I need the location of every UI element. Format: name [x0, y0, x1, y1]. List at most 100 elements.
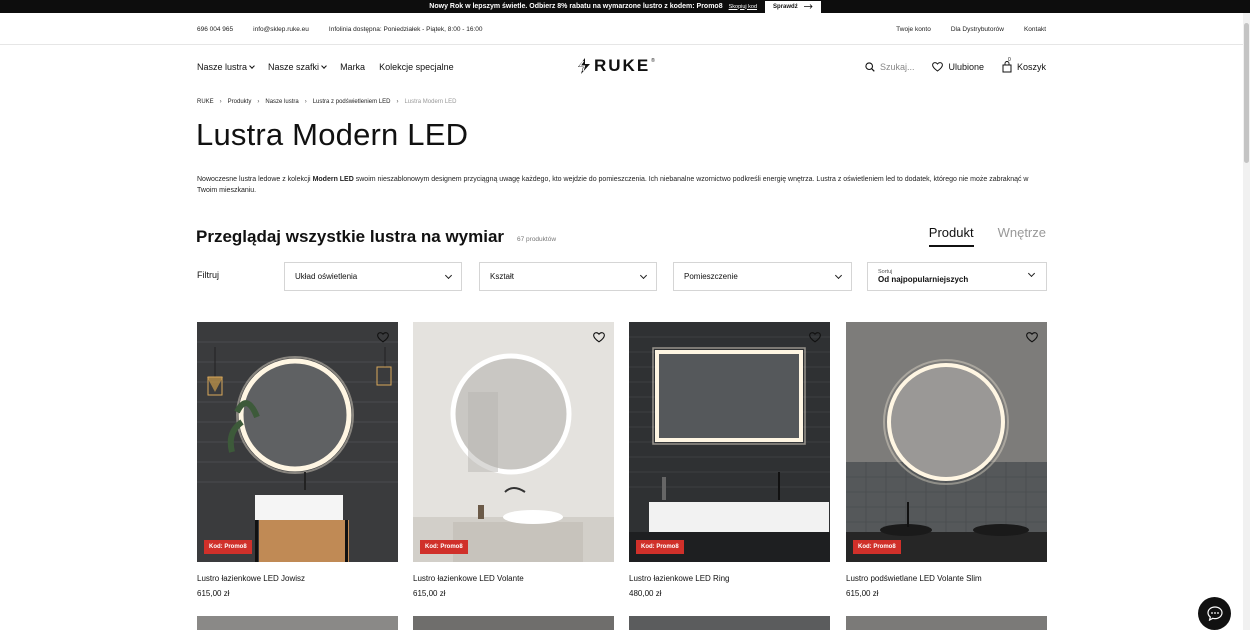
chevron-down-icon: [639, 271, 648, 279]
heart-icon[interactable]: [1026, 332, 1038, 343]
promo-bar: Nowy Rok w lepszym świetle. Odbierz 8% r…: [0, 0, 1250, 13]
breadcrumb-separator: ›: [396, 99, 399, 105]
logo-text: RUKE: [594, 56, 651, 75]
product-image-partial[interactable]: [629, 616, 830, 630]
product-name[interactable]: Lustro łazienkowe LED Volante: [413, 574, 614, 583]
product-image-partial[interactable]: [846, 616, 1047, 630]
email-link[interactable]: info@sklep.ruke.eu: [253, 26, 309, 33]
product-image-partial[interactable]: [197, 616, 398, 630]
tab-product[interactable]: Produkt: [928, 225, 974, 247]
logo-registered-mark: ®: [651, 58, 655, 64]
promo-text: Nowy Rok w lepszym świetle. Odbierz 8% r…: [429, 3, 723, 10]
room-select-label: Pomieszczenie: [684, 272, 738, 281]
page-scrollbar[interactable]: [1243, 13, 1250, 630]
utility-bar: 696 004 965 info@sklep.ruke.eu Infolinia…: [0, 13, 1250, 45]
nav-mirrors-label: Nasze lustra: [197, 62, 248, 72]
tab-interior[interactable]: Wnętrze: [998, 225, 1046, 247]
search-placeholder: Szukaj...: [879, 62, 915, 72]
product-price: 615,00 zł: [846, 589, 879, 598]
cart-icon-wrap: 0: [1002, 57, 1012, 73]
breadcrumb-item[interactable]: RUKE: [197, 99, 214, 105]
promo-check-label: Sprawdź: [773, 3, 798, 10]
product-card[interactable]: Kod: Promo8 Lustro łazienkowe LED Ring 4…: [629, 322, 830, 598]
search-field[interactable]: Szukaj...: [865, 62, 915, 72]
copy-code-link[interactable]: Skopiuj kod: [729, 4, 757, 10]
cart-count: 0: [1007, 57, 1011, 63]
product-card[interactable]: Kod: Promo8 Lustro łazienkowe LED Volant…: [413, 322, 614, 598]
product-price: 615,00 zł: [197, 589, 230, 598]
account-link[interactable]: Twoje konto: [896, 26, 931, 33]
chevron-down-icon: [321, 63, 327, 69]
promo-check-button[interactable]: Sprawdź: [765, 0, 821, 13]
product-count: 67 produktów: [517, 236, 557, 243]
filter-label: Filtruj: [197, 270, 219, 280]
favorites-label: Ulubione: [948, 62, 984, 72]
chevron-down-icon: [444, 271, 453, 279]
heart-icon[interactable]: [377, 332, 389, 343]
product-image[interactable]: Kod: Promo8: [846, 322, 1047, 562]
shape-select[interactable]: Kształt: [479, 262, 657, 291]
chat-button[interactable]: [1198, 597, 1231, 630]
lighting-select-label: Układ oświetlenia: [295, 272, 358, 281]
product-card[interactable]: Kod: Promo8 Lustro podświetlane LED Vola…: [846, 322, 1047, 598]
promo-badge: Kod: Promo8: [420, 540, 468, 554]
chevron-down-icon: [249, 63, 255, 69]
product-photo: [846, 322, 1047, 562]
breadcrumb-separator: ›: [304, 99, 307, 105]
product-name[interactable]: Lustro łazienkowe LED Ring: [629, 574, 830, 583]
nav-item-brand[interactable]: Marka: [340, 62, 365, 72]
heart-icon: [932, 62, 944, 72]
arrow-right-icon: [803, 4, 813, 9]
product-image-partial[interactable]: [413, 616, 614, 630]
breadcrumb-separator: ›: [257, 99, 260, 105]
cart-label: Koszyk: [1016, 62, 1046, 72]
intro-bold: Modern LED: [312, 176, 354, 183]
breadcrumb-separator: ›: [219, 99, 222, 105]
product-image[interactable]: Kod: Promo8: [413, 322, 614, 562]
heart-icon[interactable]: [809, 332, 821, 343]
product-image[interactable]: Kod: Promo8: [629, 322, 830, 562]
breadcrumb-item[interactable]: Produkty: [228, 99, 252, 105]
scrollbar-thumb[interactable]: [1244, 23, 1249, 163]
main-nav: Nasze lustra Nasze szafki Marka Kolekcje…: [197, 45, 454, 89]
ruke-logo[interactable]: RUKE ®: [577, 56, 655, 76]
product-price: 480,00 zł: [629, 589, 662, 598]
nav-item-cabinets[interactable]: Nasze szafki: [268, 62, 327, 72]
contact-link[interactable]: Kontakt: [1024, 26, 1046, 33]
product-photo: [413, 322, 614, 562]
product-image[interactable]: Kod: Promo8: [197, 322, 398, 562]
distributors-link[interactable]: Dla Dystrybutorów: [951, 26, 1004, 33]
breadcrumb-current: Lustra Modern LED: [404, 99, 457, 105]
main-header: Nasze lustra Nasze szafki Marka Kolekcje…: [0, 45, 1250, 89]
lighting-select[interactable]: Układ oświetlenia: [284, 262, 462, 291]
chevron-down-icon: [1027, 269, 1036, 278]
nav-cabinets-label: Nasze szafki: [268, 62, 320, 72]
ruke-logo-icon: [578, 58, 590, 74]
phone-link[interactable]: 696 004 965: [197, 26, 233, 33]
nav-item-collections[interactable]: Kolekcje specjalne: [379, 62, 454, 72]
promo-badge: Kod: Promo8: [204, 540, 252, 554]
view-tabs: Produkt Wnętrze: [928, 225, 1046, 247]
intro-text: Nowoczesne lustra ledowe z kolekcji Mode…: [197, 175, 1049, 196]
sort-value: Od najpopularniejszych: [878, 275, 969, 284]
sort-select[interactable]: Sortuj Od najpopularniejszych: [867, 262, 1047, 291]
product-photo: [629, 322, 830, 562]
favorites-link[interactable]: Ulubione: [932, 62, 984, 72]
search-icon: [865, 62, 875, 72]
product-name[interactable]: Lustro łazienkowe LED Jowisz: [197, 574, 398, 583]
section-title: Przeglądaj wszystkie lustra na wymiar: [196, 227, 505, 246]
breadcrumb-item[interactable]: Nasze lustra: [265, 99, 298, 105]
room-select[interactable]: Pomieszczenie: [673, 262, 852, 291]
nav-item-mirrors[interactable]: Nasze lustra: [197, 62, 255, 72]
page-title: Lustra Modern LED: [196, 117, 469, 152]
promo-badge: Kod: Promo8: [636, 540, 684, 554]
breadcrumb-item[interactable]: Lustra z podświetleniem LED: [313, 99, 391, 105]
promo-badge: Kod: Promo8: [853, 540, 901, 554]
product-price: 615,00 zł: [413, 589, 446, 598]
cart-link[interactable]: 0 Koszyk: [1002, 57, 1046, 73]
heart-icon[interactable]: [593, 332, 605, 343]
product-card[interactable]: Kod: Promo8 Lustro łazienkowe LED Jowisz…: [197, 322, 398, 598]
product-name[interactable]: Lustro podświetlane LED Volante Slim: [846, 574, 1047, 583]
chevron-down-icon: [834, 271, 843, 279]
hotline-hours: Infolinia dostępna: Poniedziałek - Piąte…: [328, 25, 483, 33]
